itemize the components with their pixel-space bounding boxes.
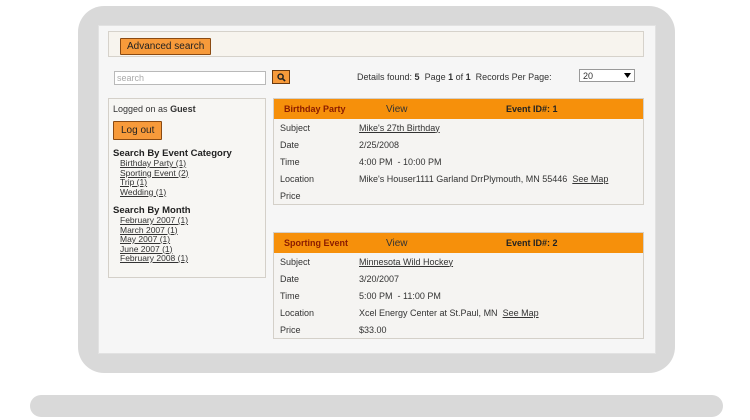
event-location: Mike's Houser1111 Garland DrrPlymouth, M… [359, 173, 568, 184]
laptop-base [30, 395, 723, 417]
logged-on-label: Logged on as [113, 104, 171, 114]
login-status: Logged on as Guest [113, 104, 261, 114]
sidebar: Logged on as Guest Log out Search By Eve… [108, 98, 266, 278]
field-label: Subject [280, 256, 311, 267]
view-link[interactable]: View [376, 104, 506, 115]
field-label: Date [280, 139, 300, 150]
category-link-wedding[interactable]: Wedding (1) [120, 187, 261, 198]
event-date: 3/20/2007 [359, 273, 400, 284]
event-card-header: Birthday Party View Event ID#: 1 [274, 99, 643, 119]
event-card: Birthday Party View Event ID#: 1 Subject… [273, 98, 644, 205]
view-link[interactable]: View [376, 238, 506, 249]
details-found-label: Details found: [357, 72, 415, 82]
results-summary: Details found: 5 Page 1 of 1 Records Per… [357, 72, 554, 82]
records-per-page-label: Records Per Page: [470, 72, 555, 82]
see-map-link[interactable]: See Map [572, 174, 608, 184]
event-category: Sporting Event [284, 238, 349, 248]
event-row-date: Date 3/20/2007 [274, 270, 643, 287]
advanced-search-button[interactable]: Advanced search [120, 38, 212, 55]
field-label: Subject [280, 122, 311, 133]
event-row-location: Location Mike's Houser1111 Garland DrrPl… [274, 170, 643, 187]
see-map-link[interactable]: See Map [503, 308, 539, 318]
event-time: 4:00 PM - 10:00 PM [359, 156, 442, 167]
event-subject-link[interactable]: Minnesota Wild Hockey [359, 257, 453, 267]
field-label: Time [280, 156, 300, 167]
event-row-location: Location Xcel Energy Center at St.Paul, … [274, 304, 643, 321]
logout-button[interactable]: Log out [113, 121, 163, 140]
field-label: Price [280, 324, 301, 335]
month-link-feb-2008[interactable]: February 2008 (1) [120, 253, 261, 264]
field-label: Time [280, 290, 300, 301]
records-per-page-value: 20 [583, 70, 594, 81]
event-row-price: Price $33.00 [274, 321, 643, 338]
event-row-time: Time 5:00 PM - 11:00 PM [274, 287, 643, 304]
laptop-screen: Advanced search Details found: 5 Page 1 … [98, 25, 656, 354]
event-row-time: Time 4:00 PM - 10:00 PM [274, 153, 643, 170]
search-icon [276, 72, 286, 82]
category-list: Birthday Party (1) Sporting Event (2) Tr… [113, 158, 261, 198]
page-of-label: of [453, 72, 466, 82]
search-input[interactable] [114, 71, 266, 85]
event-time: 5:00 PM - 11:00 PM [359, 290, 441, 301]
event-row-price: Price [274, 187, 643, 204]
event-date: 2/25/2008 [359, 139, 400, 150]
field-label: Location [280, 173, 315, 184]
dropdown-arrow-icon [624, 73, 631, 78]
records-per-page-select[interactable]: 20 [579, 69, 635, 82]
event-category: Birthday Party [284, 104, 346, 114]
event-location: Xcel Energy Center at St.Paul, MN [359, 307, 498, 318]
event-id: Event ID#: 2 [506, 238, 558, 248]
event-row-subject: Subject Mike's 27th Birthday [274, 119, 643, 136]
event-price: $33.00 [359, 324, 387, 335]
field-label: Price [280, 190, 301, 201]
event-card: Sporting Event View Event ID#: 2 Subject… [273, 232, 644, 339]
field-label: Date [280, 273, 300, 284]
user-name: Guest [170, 104, 196, 114]
event-row-date: Date 2/25/2008 [274, 136, 643, 153]
page-label: Page [419, 72, 449, 82]
search-button[interactable] [272, 70, 290, 84]
field-label: Location [280, 307, 315, 318]
event-row-subject: Subject Minnesota Wild Hockey [274, 253, 643, 270]
event-subject-link[interactable]: Mike's 27th Birthday [359, 123, 440, 133]
event-id: Event ID#: 1 [506, 104, 558, 114]
month-list: February 2007 (1) March 2007 (1) May 200… [113, 215, 261, 264]
event-card-header: Sporting Event View Event ID#: 2 [274, 233, 643, 253]
toolbar: Advanced search [108, 31, 644, 57]
